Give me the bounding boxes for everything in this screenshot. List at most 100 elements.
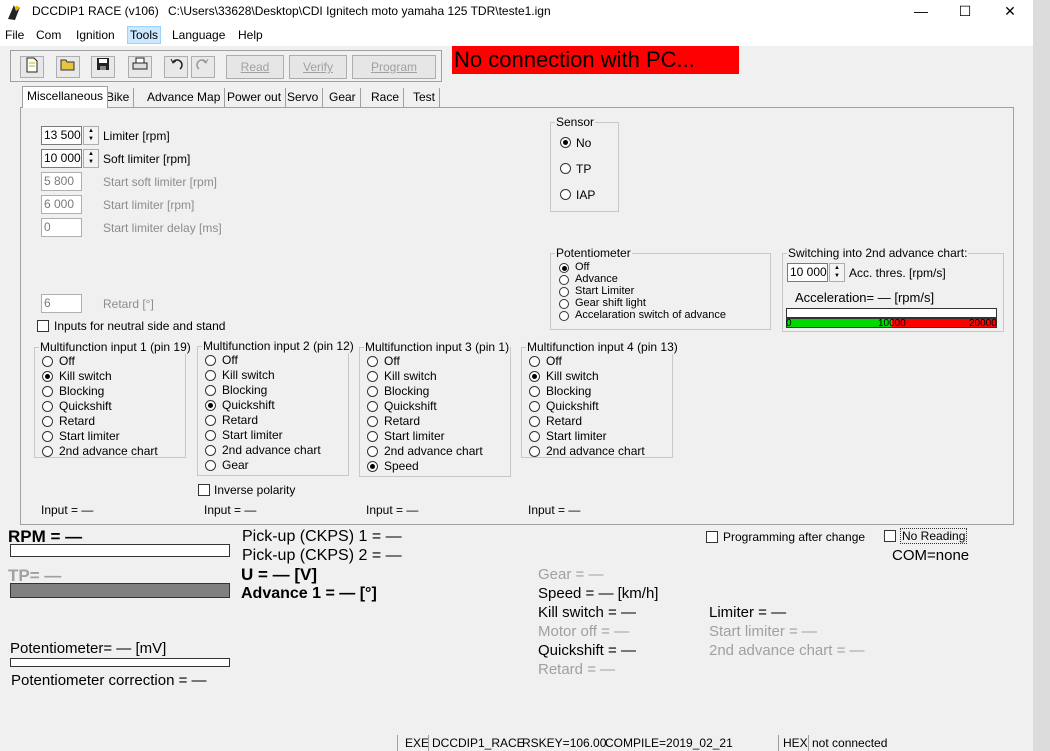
multifunction-radio[interactable] (205, 460, 216, 471)
pickup2-readout: Pick-up (CKPS) 2 = — (242, 547, 402, 564)
toolbar: Read Verify Program (10, 50, 442, 82)
retard-label: Retard [°] (103, 297, 154, 311)
updown-icon[interactable]: ▲ ▼ (83, 149, 99, 168)
save-icon[interactable] (91, 56, 115, 78)
multifunction-radio[interactable] (367, 401, 378, 412)
multifunction-radio[interactable] (42, 356, 53, 367)
updown-icon[interactable]: ▲ ▼ (829, 263, 845, 282)
tab-race[interactable]: Race (367, 88, 405, 107)
multifunction-radio[interactable] (205, 355, 216, 366)
multifunction-radio[interactable] (367, 371, 378, 382)
multifunction-radio[interactable] (367, 431, 378, 442)
acc-threshold-label: Acc. thres. [rpm/s] (849, 266, 946, 280)
multifunction-input-readout: Input = — (366, 503, 419, 517)
minimize-button[interactable]: — (898, 0, 944, 24)
acc-threshold-input[interactable]: 10 000 (787, 263, 828, 282)
motor-off-readout: Motor off = — (538, 623, 630, 640)
menu-tools[interactable]: Tools (127, 26, 162, 44)
multifunction-radio[interactable] (42, 401, 53, 412)
multifunction-radio[interactable] (205, 385, 216, 396)
multifunction-radio[interactable] (529, 371, 540, 382)
potentiometer-radio[interactable] (559, 299, 569, 309)
multifunction-radio[interactable] (205, 370, 216, 381)
start-limiter-delay-label: Start limiter delay [ms] (103, 221, 222, 235)
multifunction-radio[interactable] (205, 430, 216, 441)
potentiometer-option-label: Accelaration switch of advance (575, 309, 727, 321)
multifunction-radio[interactable] (367, 446, 378, 457)
multifunction-option-label: Quickshift (59, 399, 112, 413)
verify-button[interactable]: Verify (289, 55, 347, 79)
print-icon[interactable] (128, 56, 152, 78)
multifunction-radio[interactable] (205, 400, 216, 411)
multifunction-option-label: Speed (384, 459, 419, 473)
multifunction-radio[interactable] (529, 401, 540, 412)
programming-after-change-checkbox[interactable] (706, 531, 718, 543)
multifunction-radio[interactable] (42, 386, 53, 397)
rskey-value: RSKEY=106.00 (522, 736, 607, 750)
neutral-inputs-checkbox[interactable] (37, 320, 49, 332)
tab-servo[interactable]: Servo (283, 88, 324, 107)
menu-help[interactable]: Help (238, 28, 263, 42)
start-limiter-label: Start limiter [rpm] (103, 198, 195, 212)
multifunction-radio[interactable] (205, 445, 216, 456)
tab-miscellaneous[interactable]: Miscellaneous (22, 86, 109, 108)
multifunction-radio[interactable] (42, 371, 53, 382)
open-folder-icon[interactable] (56, 56, 80, 78)
status-divider (778, 735, 779, 751)
multifunction-radio[interactable] (529, 386, 540, 397)
multifunction-radio[interactable] (42, 416, 53, 427)
no-reading-checkbox[interactable] (884, 530, 896, 542)
multifunction-radio[interactable] (367, 461, 378, 472)
new-file-icon[interactable] (20, 56, 44, 78)
potentiometer-bar (10, 658, 230, 667)
redo-icon[interactable] (191, 56, 215, 78)
read-button[interactable]: Read (226, 55, 284, 79)
menu-com[interactable]: Com (36, 28, 61, 42)
multifunction-option-label: 2nd advance chart (546, 444, 645, 458)
menu-file[interactable]: File (5, 28, 24, 42)
programming-after-change-label: Programming after change (723, 530, 866, 544)
inverse-polarity-checkbox[interactable] (198, 484, 210, 496)
scale-mid: 10000 (878, 318, 906, 329)
multifunction-radio[interactable] (529, 356, 540, 367)
close-button[interactable]: ✕ (987, 0, 1033, 24)
maximize-button[interactable]: ☐ (942, 0, 988, 24)
tab-power-out[interactable]: Power out (223, 88, 287, 107)
multifunction-radio[interactable] (529, 416, 540, 427)
multifunction-radio[interactable] (205, 415, 216, 426)
scale-max: 20000 (969, 318, 997, 329)
start-soft-limiter-input: 5 800 (41, 172, 82, 191)
sensor-radio[interactable] (560, 137, 571, 148)
tab-test[interactable]: Test (409, 88, 441, 107)
multifunction-option-label: Kill switch (546, 369, 599, 383)
potentiometer-radio[interactable] (559, 263, 569, 273)
background-window-strip (1033, 0, 1050, 751)
sensor-radio[interactable] (560, 189, 571, 200)
soft-limiter-label: Soft limiter [rpm] (103, 152, 191, 166)
multifunction-radio[interactable] (529, 446, 540, 457)
updown-icon[interactable]: ▲ ▼ (83, 126, 99, 145)
potentiometer-radio[interactable] (559, 275, 569, 285)
multifunction-radio[interactable] (42, 446, 53, 457)
soft-limiter-input[interactable]: 10 000 (41, 149, 82, 168)
tab-advance-map[interactable]: Advance Map (143, 88, 226, 107)
tab-gear[interactable]: Gear (325, 88, 361, 107)
limiter-input[interactable]: 13 500 (41, 126, 82, 145)
undo-icon[interactable] (164, 56, 188, 78)
potentiometer-radio[interactable] (559, 311, 569, 321)
sensor-radio[interactable] (560, 163, 571, 174)
limiter-readout: Limiter = — (709, 604, 787, 621)
multifunction-radio[interactable] (367, 356, 378, 367)
potentiometer-radio[interactable] (559, 287, 569, 297)
menu-language[interactable]: Language (172, 28, 225, 42)
multifunction-radio[interactable] (367, 416, 378, 427)
multifunction-radio[interactable] (529, 431, 540, 442)
program-button[interactable]: Program (352, 55, 436, 79)
advance1-readout: Advance 1 = — [°] (241, 585, 377, 602)
multifunction-radio[interactable] (42, 431, 53, 442)
potentiometer-option-label: Gear shift light (575, 297, 646, 309)
menu-bar: File Com Ignition Tools Language Help (0, 24, 1033, 46)
multifunction-radio[interactable] (367, 386, 378, 397)
com-status: COM=none (892, 547, 970, 564)
menu-ignition[interactable]: Ignition (76, 28, 115, 42)
